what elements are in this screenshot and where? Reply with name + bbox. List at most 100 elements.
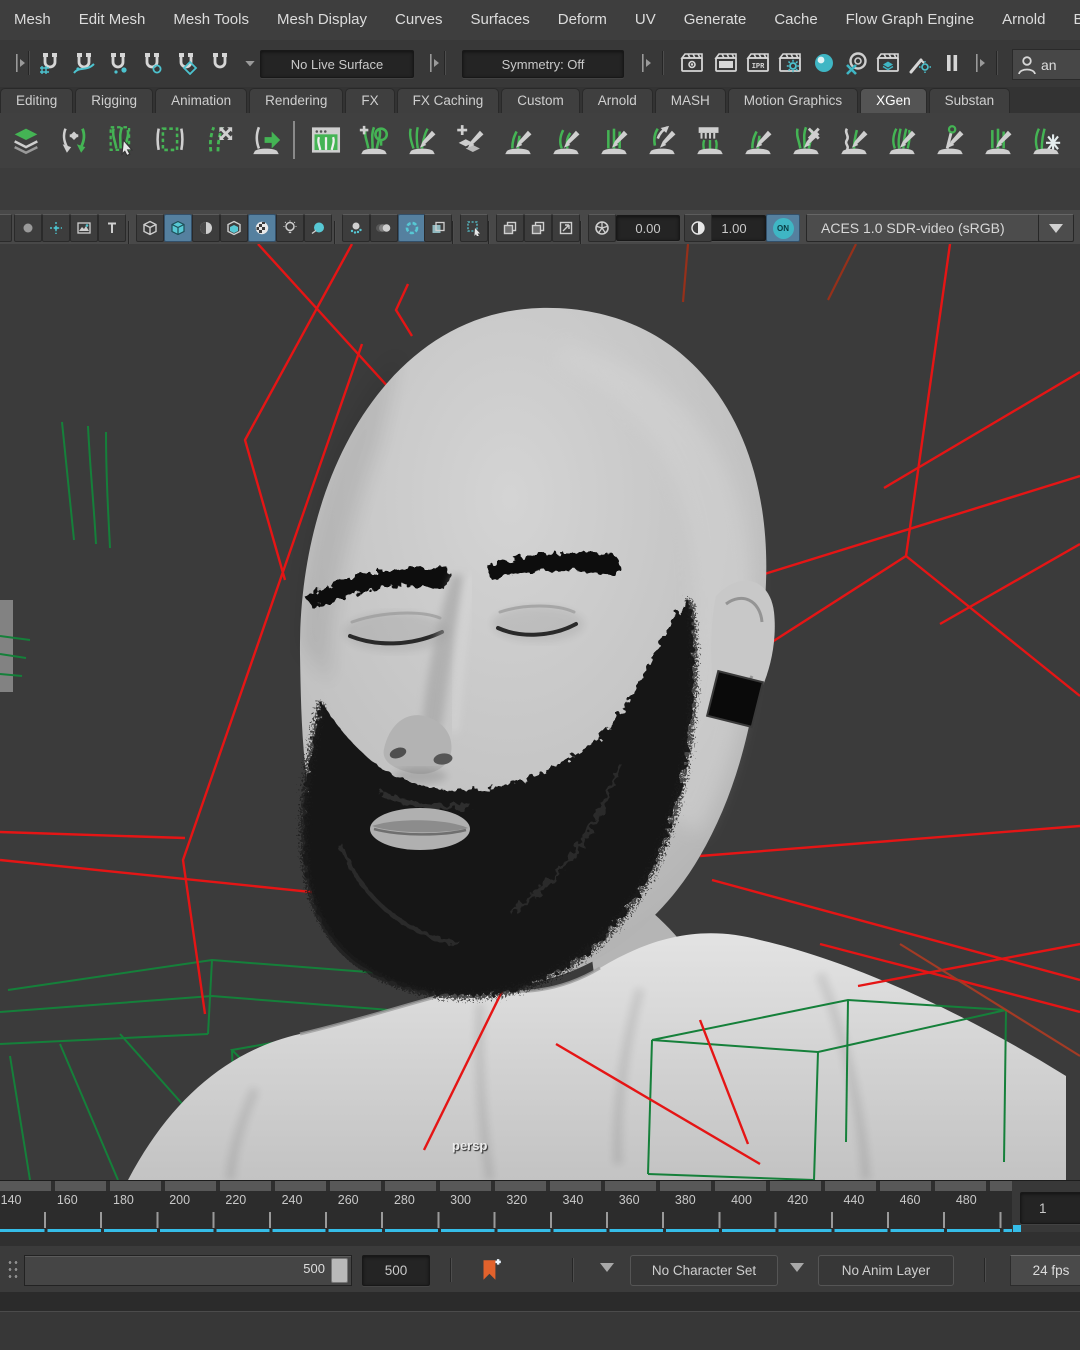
select-region-icon[interactable] [150,120,190,160]
create-bookmark-button[interactable] [476,1256,504,1284]
end-time-field[interactable]: 500 [362,1255,430,1286]
noise-brush-icon[interactable] [834,120,874,160]
wireframe-mode-icon[interactable] [136,214,164,242]
menu-mesh[interactable]: Mesh [0,0,65,40]
resolution-gate-icon[interactable] [42,214,70,242]
menu-edit-mesh[interactable]: Edit Mesh [65,0,160,40]
groom-splines-icon[interactable] [402,120,442,160]
view-transform-dropdown[interactable]: ACES 1.0 SDR-video (sRGB) [806,214,1046,242]
menu-mesh-display[interactable]: Mesh Display [263,0,381,40]
tab-animation[interactable]: Animation [155,88,247,113]
tab-substance[interactable]: Substan [929,88,1011,113]
tab-rigging[interactable]: Rigging [75,88,153,113]
account-button[interactable]: an [1012,49,1080,80]
width-brush-icon[interactable] [738,120,778,160]
range-slider[interactable]: 500 [24,1255,352,1286]
current-frame-field[interactable]: 1 [1020,1192,1080,1224]
menu-surfaces[interactable]: Surfaces [457,0,544,40]
viewport[interactable]: persp [0,244,1080,1180]
tab-editing[interactable]: Editing [0,88,73,113]
motion-blur-icon[interactable] [370,214,398,242]
density-brush-icon[interactable] [498,120,538,160]
render-flyout-icon[interactable] [964,49,992,77]
tab-fx[interactable]: FX [345,88,394,113]
lighting-all-icon[interactable] [276,214,304,242]
command-line[interactable] [0,1292,1080,1312]
make-live-icon[interactable] [172,49,200,77]
comb-brush-icon[interactable] [690,120,730,160]
menu-arnold[interactable]: Arnold [988,0,1059,40]
ipr-render-icon[interactable]: IPR [744,49,772,77]
use-default-material-icon[interactable] [248,214,276,242]
select-guides-icon[interactable] [102,120,142,160]
pause-viewport-icon[interactable] [938,49,966,77]
anim-layer-caret[interactable] [790,1263,804,1272]
hypershade-icon[interactable] [810,49,838,77]
live-surface-field[interactable]: No Live Surface [260,50,414,78]
single-pane-layout-icon[interactable] [496,214,524,242]
contrast-icon-icon[interactable] [684,214,712,242]
tab-rendering[interactable]: Rendering [249,88,343,113]
exposure-field[interactable]: 0.00 [616,215,680,241]
tab-custom[interactable]: Custom [501,88,580,113]
view-gate-partial-icon[interactable] [0,214,12,242]
tab-fx-caching[interactable]: FX Caching [397,88,500,113]
isolate-select-icon[interactable] [460,214,488,242]
xgen-collection-layers-icon[interactable] [6,120,46,160]
move-guides-icon[interactable] [198,120,238,160]
fps-field[interactable]: 24 fps [1010,1255,1080,1286]
grab-brush-icon[interactable] [786,120,826,160]
render-sequence-icon[interactable] [874,49,902,77]
length-brush-icon[interactable] [546,120,586,160]
render-in-software-icon[interactable] [842,49,870,77]
symmetry-field[interactable]: Symmetry: Off [462,50,624,78]
symmetry-flyout-icon[interactable] [630,49,658,77]
open-render-view-icon[interactable] [678,49,706,77]
character-set-button[interactable]: No Character Set [630,1255,778,1286]
snap-to-points-icon[interactable] [104,49,132,77]
range-grip-handle[interactable] [6,1257,20,1282]
snap-to-view-planes-icon[interactable] [138,49,166,77]
direction-brush-icon[interactable] [642,120,682,160]
freeze-brush-icon[interactable] [1026,120,1066,160]
menu-flow-graph-engine[interactable]: Flow Graph Engine [832,0,988,40]
safe-title-icon[interactable] [98,214,126,242]
snap-to-curves-icon[interactable] [70,49,98,77]
screen-space-ao-icon[interactable] [342,214,370,242]
anim-layer-button[interactable]: No Anim Layer [818,1255,954,1286]
swap-guides-icon[interactable] [54,120,94,160]
color-management-toggle[interactable]: ON [766,214,800,242]
menu-mesh-tools[interactable]: Mesh Tools [159,0,263,40]
tab-xgen[interactable]: XGen [860,88,927,113]
paint-effects-panel-icon[interactable] [906,49,934,77]
textured-mode-icon[interactable] [192,214,220,242]
place-brush-icon[interactable] [594,120,634,160]
exposure-icon-icon[interactable] [588,214,616,242]
shadows-icon[interactable] [304,214,332,242]
wireframe-on-shaded-icon[interactable] [220,214,248,242]
create-interactive-groom-icon[interactable] [354,120,394,160]
cut-brush-icon[interactable] [978,120,1018,160]
menu-deform[interactable]: Deform [544,0,621,40]
snap-magnet-icon[interactable] [206,49,234,77]
smooth-shade-mode-icon[interactable] [164,214,192,242]
live-surface-flyout-icon[interactable] [418,49,446,77]
menu-generate[interactable]: Generate [670,0,761,40]
tab-motion-graphics[interactable]: Motion Graphics [728,88,858,113]
tab-arnold[interactable]: Arnold [582,88,653,113]
create-description-icon[interactable] [306,120,346,160]
convert-to-guides-icon[interactable] [246,120,286,160]
stacked-pane-layout-icon[interactable] [524,214,552,242]
time-slider[interactable]: 1401601802002202402602803003203403603804… [0,1180,1080,1233]
ambient-occlusion-icon[interactable] [398,214,426,242]
range-end-handle[interactable] [331,1258,348,1283]
tab-mash[interactable]: MASH [655,88,726,113]
character-set-caret[interactable] [600,1263,614,1272]
view-transform-caret[interactable] [1038,214,1074,242]
render-current-frame-icon[interactable] [712,49,740,77]
clump-brush-icon[interactable] [882,120,922,160]
menu-uv[interactable]: UV [621,0,670,40]
field-chart-icon[interactable] [14,214,42,242]
menu-curves[interactable]: Curves [381,0,457,40]
image-plane-icon[interactable] [70,214,98,242]
